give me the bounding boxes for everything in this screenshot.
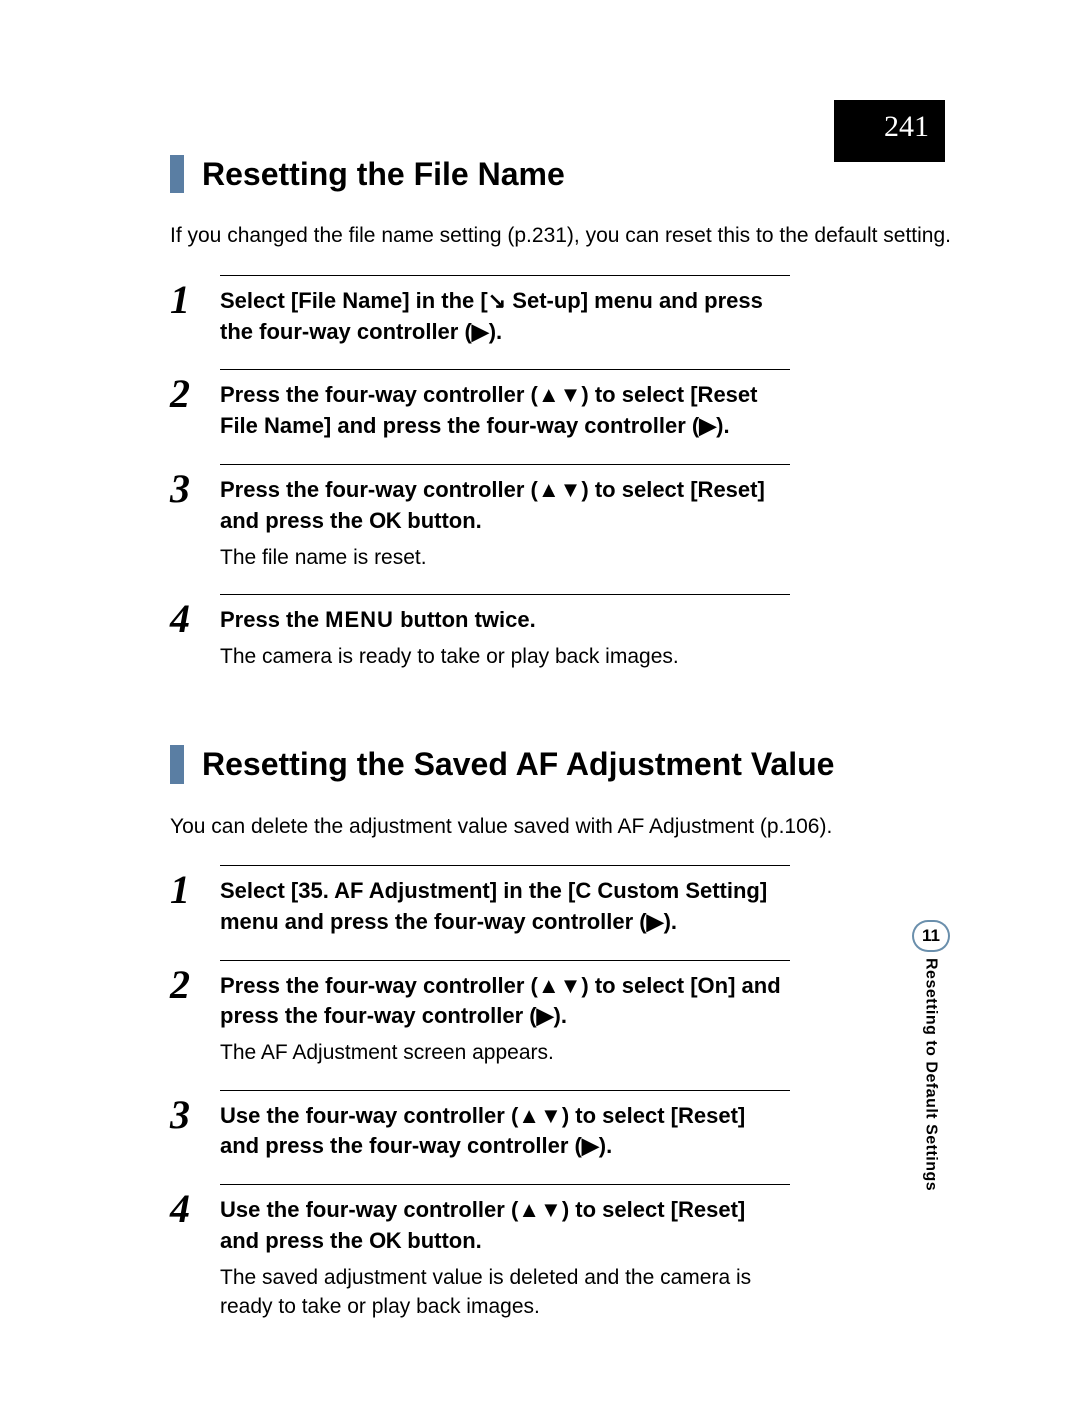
right-arrow-icon: ▶	[537, 1003, 554, 1028]
step-body: The file name is reset.	[220, 543, 790, 572]
text: ).	[554, 1003, 567, 1028]
step-number: 2	[170, 965, 190, 1005]
step-number: 4	[170, 1189, 190, 1229]
text: Press the four-way controller (	[220, 973, 538, 998]
text: button.	[401, 508, 482, 533]
custom-icon: C	[575, 878, 591, 903]
text: button twice.	[394, 607, 536, 632]
up-down-arrow-icon: ▲▼	[518, 1197, 562, 1222]
text: button.	[401, 1228, 482, 1253]
section-intro: If you changed the file name setting (p.…	[170, 221, 980, 250]
step-title: Press the MENU button twice.	[220, 605, 790, 636]
menu-button-label: MENU	[325, 607, 394, 632]
text: Press the four-way controller (	[220, 382, 538, 407]
step-title: Select [35. AF Adjustment] in the [C Cus…	[220, 876, 790, 938]
right-arrow-icon: ▶	[472, 319, 489, 344]
text: Press the	[220, 607, 325, 632]
step-number: 3	[170, 469, 190, 509]
page-content: Resetting the File Name If you changed t…	[170, 155, 980, 1321]
up-down-arrow-icon: ▲▼	[518, 1103, 562, 1128]
step-title: Use the four-way controller (▲▼) to sele…	[220, 1195, 790, 1257]
step-body: The camera is ready to take or play back…	[220, 642, 790, 671]
step-body: The saved adjustment value is deleted an…	[220, 1263, 790, 1322]
text: ).	[599, 1133, 612, 1158]
step-item: 3 Use the four-way controller (▲▼) to se…	[220, 1090, 790, 1163]
step-number: 3	[170, 1095, 190, 1135]
text: Select [35. AF Adjustment] in the [	[220, 878, 575, 903]
text: Select [File Name] in the [	[220, 288, 488, 313]
step-item: 1 Select [35. AF Adjustment] in the [C C…	[220, 865, 790, 938]
step-body: The AF Adjustment screen appears.	[220, 1038, 790, 1067]
right-arrow-icon: ▶	[647, 909, 664, 934]
text: ).	[664, 909, 677, 934]
chapter-number: 11	[914, 922, 948, 950]
ok-button-label: OK	[369, 508, 401, 533]
chapter-title: Resetting to Default Settings	[921, 958, 940, 1191]
step-title: Press the four-way controller (▲▼) to se…	[220, 971, 790, 1033]
step-item: 4 Press the MENU button twice. The camer…	[220, 594, 790, 671]
step-title: Press the four-way controller (▲▼) to se…	[220, 475, 790, 537]
step-title: Select [File Name] in the [↘ Set-up] men…	[220, 286, 790, 348]
text: Press the four-way controller (	[220, 477, 538, 502]
step-title: Use the four-way controller (▲▼) to sele…	[220, 1101, 790, 1163]
text: ).	[716, 413, 729, 438]
text: Use the four-way controller (	[220, 1197, 518, 1222]
text: ).	[489, 319, 502, 344]
step-title: Press the four-way controller (▲▼) to se…	[220, 380, 790, 442]
step-number: 1	[170, 280, 190, 320]
manual-page: 241 Resetting the File Name If you chang…	[0, 0, 1080, 1410]
step-item: 1 Select [File Name] in the [↘ Set-up] m…	[220, 275, 790, 348]
side-tab: 11 Resetting to Default Settings	[910, 920, 952, 1190]
page-number: 241	[834, 100, 945, 162]
steps-list: 1 Select [35. AF Adjustment] in the [C C…	[220, 865, 790, 1322]
step-item: 4 Use the four-way controller (▲▼) to se…	[220, 1184, 790, 1321]
step-item: 3 Press the four-way controller (▲▼) to …	[220, 464, 790, 572]
ok-button-label: OK	[369, 1228, 401, 1253]
up-down-arrow-icon: ▲▼	[538, 973, 582, 998]
section-heading-reset-af: Resetting the Saved AF Adjustment Value	[170, 745, 980, 783]
setup-icon: ↘	[488, 288, 506, 313]
steps-list: 1 Select [File Name] in the [↘ Set-up] m…	[220, 275, 790, 671]
up-down-arrow-icon: ▲▼	[538, 382, 582, 407]
text: Use the four-way controller (	[220, 1103, 518, 1128]
chapter-badge: 11	[912, 920, 950, 952]
step-number: 1	[170, 870, 190, 910]
right-arrow-icon: ▶	[582, 1133, 599, 1158]
step-number: 2	[170, 374, 190, 414]
step-item: 2 Press the four-way controller (▲▼) to …	[220, 960, 790, 1068]
step-item: 2 Press the four-way controller (▲▼) to …	[220, 369, 790, 442]
right-arrow-icon: ▶	[699, 413, 716, 438]
section-intro: You can delete the adjustment value save…	[170, 812, 980, 841]
step-number: 4	[170, 599, 190, 639]
up-down-arrow-icon: ▲▼	[538, 477, 582, 502]
